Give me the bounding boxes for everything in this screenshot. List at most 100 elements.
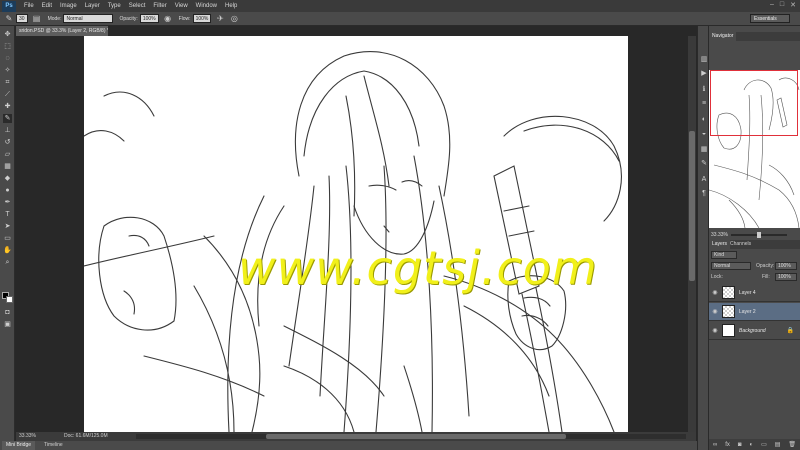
healing-tool-icon[interactable]: ✚: [3, 102, 12, 111]
adjustments-panel-icon[interactable]: ◐: [700, 116, 708, 124]
layer-row-background[interactable]: ◉ Background 🔒: [709, 322, 800, 340]
visibility-eye-icon[interactable]: ◉: [711, 289, 719, 297]
flow-field[interactable]: 100%: [192, 14, 212, 23]
actions-panel-icon[interactable]: ▶: [700, 70, 708, 78]
navigator-zoom[interactable]: 33.33%: [711, 232, 728, 238]
close-button[interactable]: ✕: [790, 1, 796, 9]
dodge-tool-icon[interactable]: ●: [3, 186, 12, 195]
status-doc-size[interactable]: Doc: 61.6M/125.0M: [64, 432, 108, 441]
menu-view[interactable]: View: [175, 3, 188, 9]
menu-type[interactable]: Type: [108, 3, 121, 9]
hand-tool-icon[interactable]: ✋: [3, 246, 12, 255]
marquee-tool-icon[interactable]: ⬚: [3, 42, 12, 51]
move-tool-icon[interactable]: ✥: [3, 30, 12, 39]
bottom-panel-bar: Mini Bridge Timeline: [0, 441, 800, 450]
brush-tool-preset-icon[interactable]: ✎: [4, 14, 14, 24]
horizontal-scroll-thumb[interactable]: [266, 434, 566, 439]
properties-panel-icon[interactable]: ≡: [700, 100, 708, 108]
opacity-label: Opacity:: [119, 15, 138, 22]
paragraph-panel-icon[interactable]: ¶: [700, 190, 708, 198]
panel-icon-strip: ▥ ▶ ℹ ≡ ◐ ◒ ▦ ✎ A ¶: [697, 26, 709, 450]
tools-panel: ✥ ⬚ ◌ ✧ ⌗ ⟋ ✚ ✎ ⊥ ↺ ▱ ▦ ◆ ● ✒ T ➤ ▭ ✋ ⌕ …: [0, 26, 15, 450]
layer-name: Background: [739, 328, 766, 334]
tab-navigator[interactable]: Navigator: [709, 32, 737, 41]
lock-label: Lock:: [711, 274, 723, 280]
menu-filter[interactable]: Filter: [153, 3, 166, 9]
blur-tool-icon[interactable]: ◆: [3, 174, 12, 183]
workspace-select[interactable]: Essentials: [750, 14, 790, 23]
vertical-scrollbar[interactable]: [688, 36, 696, 432]
eraser-tool-icon[interactable]: ▱: [3, 150, 12, 159]
layer-row-layer-2[interactable]: ◉ Layer 2: [709, 303, 800, 321]
menu-select[interactable]: Select: [129, 3, 146, 9]
tab-mini-bridge[interactable]: Mini Bridge: [2, 441, 36, 450]
brush-panel-icon[interactable]: ▤: [32, 14, 42, 24]
horizontal-scrollbar[interactable]: [136, 434, 686, 439]
layer-row-layer-4[interactable]: ◉ Layer 4: [709, 284, 800, 302]
link-layers-icon[interactable]: ∞: [713, 442, 717, 448]
brush-panel-icon[interactable]: ✎: [700, 160, 708, 168]
navigator-tabs: Navigator: [709, 32, 800, 41]
fill-field[interactable]: 100%: [775, 273, 797, 281]
menu-layer[interactable]: Layer: [85, 3, 100, 9]
pen-tool-icon[interactable]: ✒: [3, 198, 12, 207]
crop-tool-icon[interactable]: ⌗: [3, 78, 12, 87]
maximize-button[interactable]: □: [780, 1, 784, 9]
screen-mode-icon[interactable]: ▣: [3, 320, 12, 329]
brush-tool-icon[interactable]: ✎: [3, 114, 12, 123]
tab-channels[interactable]: Channels: [727, 240, 754, 249]
navigator-zoom-slider[interactable]: [731, 232, 787, 238]
layer-filter-kind[interactable]: Kind: [711, 251, 737, 259]
new-layer-icon[interactable]: ▤: [775, 441, 781, 448]
eyedropper-tool-icon[interactable]: ⟋: [3, 90, 12, 99]
menu-file[interactable]: File: [24, 3, 34, 9]
menu-image[interactable]: Image: [60, 3, 77, 9]
status-zoom[interactable]: 33.33%: [19, 432, 36, 441]
path-select-tool-icon[interactable]: ➤: [3, 222, 12, 231]
menu-edit[interactable]: Edit: [42, 3, 52, 9]
adjustment-layer-icon[interactable]: ◐: [749, 442, 753, 448]
type-tool-icon[interactable]: T: [3, 210, 12, 219]
mode-select[interactable]: Normal: [63, 14, 114, 23]
info-panel-icon[interactable]: ℹ: [700, 86, 708, 94]
navigator-preview[interactable]: [709, 70, 800, 228]
tab-timeline[interactable]: Timeline: [40, 441, 67, 450]
history-panel-icon[interactable]: ▥: [700, 56, 708, 64]
airbrush-icon[interactable]: ✈: [215, 14, 225, 24]
clone-stamp-tool-icon[interactable]: ⊥: [3, 126, 12, 135]
group-icon[interactable]: ▭: [761, 441, 767, 448]
history-brush-tool-icon[interactable]: ↺: [3, 138, 12, 147]
lasso-tool-icon[interactable]: ◌: [3, 54, 12, 63]
document-canvas[interactable]: [84, 36, 628, 432]
color-panel-icon[interactable]: ◒: [700, 130, 708, 138]
pressure-size-icon[interactable]: ◎: [229, 14, 239, 24]
pressure-opacity-icon[interactable]: ◉: [163, 14, 173, 24]
sketch-artwork: [84, 51, 622, 432]
quick-mask-icon[interactable]: ◘: [3, 308, 12, 317]
minimize-button[interactable]: –: [770, 1, 774, 9]
vertical-scroll-thumb[interactable]: [689, 131, 695, 281]
visibility-eye-icon[interactable]: ◉: [711, 308, 719, 316]
visibility-eye-icon[interactable]: ◉: [711, 327, 719, 335]
opacity-field[interactable]: 100%: [139, 14, 159, 23]
menu-window[interactable]: Window: [196, 3, 217, 9]
quick-select-tool-icon[interactable]: ✧: [3, 66, 12, 75]
swatches-panel-icon[interactable]: ▦: [700, 146, 708, 154]
character-panel-icon[interactable]: A: [700, 176, 708, 184]
zoom-tool-icon[interactable]: ⌕: [3, 258, 12, 267]
layer-style-icon[interactable]: fx: [725, 442, 730, 448]
shape-tool-icon[interactable]: ▭: [3, 234, 12, 243]
layer-opacity-field[interactable]: 100%: [775, 262, 797, 270]
gradient-tool-icon[interactable]: ▦: [3, 162, 12, 171]
app-logo: Ps: [2, 0, 16, 12]
brush-size-field[interactable]: 30: [16, 14, 28, 23]
delete-layer-icon[interactable]: 🗑: [788, 441, 796, 448]
navigator-view-box[interactable]: [710, 70, 798, 136]
menu-help[interactable]: Help: [225, 3, 237, 9]
layer-mask-icon[interactable]: ◙: [738, 442, 742, 448]
background-color-swatch[interactable]: [6, 296, 13, 303]
document-tab[interactable]: sridon.PSD @ 33.3% (Layer 2, RGB/8) *: [16, 26, 108, 36]
navigator-slider-thumb[interactable]: [757, 232, 761, 238]
blend-mode-select[interactable]: Normal: [711, 262, 751, 270]
menu-bar: Ps File Edit Image Layer Type Select Fil…: [0, 0, 800, 12]
